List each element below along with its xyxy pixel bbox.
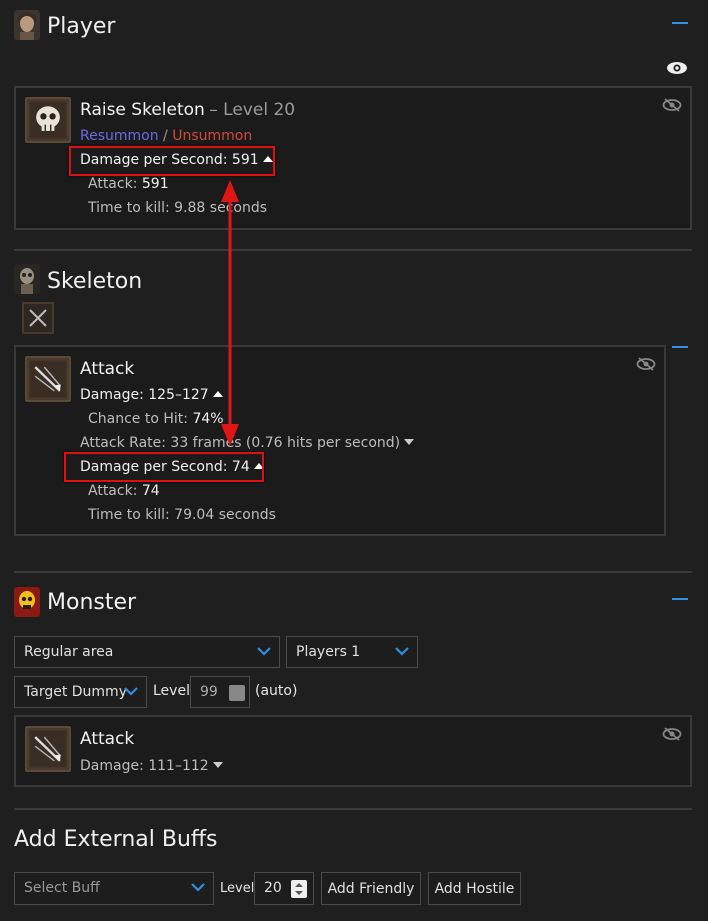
- buff-select[interactable]: Select Buff: [14, 872, 214, 905]
- monster-collapse-button[interactable]: [672, 598, 688, 600]
- cth-label: Chance to Hit:: [88, 411, 188, 427]
- monster-attack-panel: Attack Damage: 111–112: [14, 715, 692, 787]
- player-avatar-icon: [14, 10, 40, 40]
- buff-level-input[interactable]: 20: [254, 872, 314, 905]
- skeleton-collapse-button[interactable]: [672, 346, 688, 348]
- comparison-arrow-icon: [221, 180, 239, 446]
- monster-select-value: Target Dummy: [24, 684, 127, 700]
- expand-down-icon: [404, 439, 415, 445]
- chevron-down-icon: [395, 647, 409, 656]
- monster-avatar-icon: [14, 587, 40, 617]
- auto-label: (auto): [255, 683, 298, 699]
- player-portrait: [14, 10, 40, 44]
- summon-links: Resummon / Unsummon: [80, 128, 252, 144]
- arrow-attack-icon: [25, 726, 71, 772]
- monster-section-title: Monster: [47, 590, 137, 615]
- monster-select[interactable]: Target Dummy: [14, 676, 147, 708]
- buff-level-value: 20: [264, 880, 282, 896]
- players-select[interactable]: Players 1: [286, 636, 418, 668]
- skill-level: – Level 20: [209, 100, 296, 120]
- monster-damage[interactable]: Damage: 111–112: [80, 758, 223, 774]
- auto-checkbox[interactable]: [229, 685, 245, 701]
- chevron-down-icon: [124, 687, 138, 696]
- crossed-swords-icon[interactable]: [22, 302, 54, 334]
- player-section-title: Player: [47, 14, 116, 39]
- skeleton-attack-panel: Attack Damage: 125–127 Chance to Hit: 74…: [14, 345, 666, 536]
- player-attack-stat: Attack: 591: [88, 176, 169, 192]
- attack-value: 591: [141, 176, 169, 192]
- ttk-label: Time to kill:: [88, 507, 170, 523]
- skeleton-ttk-stat: Time to kill: 79.04 seconds: [88, 507, 276, 523]
- add-friendly-button[interactable]: Add Friendly: [321, 872, 421, 905]
- dps-highlight-box: [69, 146, 275, 176]
- section-divider: [14, 249, 692, 251]
- summon-separator: /: [163, 128, 168, 144]
- stepper-icon[interactable]: [291, 880, 307, 898]
- chevron-down-icon: [257, 647, 271, 656]
- skeleton-damage-text: Damage: 125–127: [80, 387, 209, 403]
- dps-highlight-box: [64, 452, 264, 482]
- skill-name: Raise Skeleton: [80, 100, 205, 120]
- attack-label: Attack:: [88, 483, 138, 499]
- resummon-link[interactable]: Resummon: [80, 128, 159, 144]
- hide-eye-icon[interactable]: [662, 98, 682, 112]
- add-hostile-button[interactable]: Add Hostile: [428, 872, 521, 905]
- player-collapse-button[interactable]: [672, 22, 688, 24]
- monster-damage-text: Damage: 111–112: [80, 758, 209, 774]
- skeleton-attack-rate[interactable]: Attack Rate: 33 frames (0.76 hits per se…: [80, 435, 415, 451]
- players-select-value: Players 1: [296, 644, 361, 660]
- arrow-attack-icon: [25, 356, 71, 402]
- skeleton-cth-stat: Chance to Hit: 74%: [88, 411, 224, 427]
- skeleton-damage[interactable]: Damage: 125–127: [80, 387, 223, 403]
- section-divider: [14, 571, 692, 573]
- hide-eye-icon[interactable]: [636, 357, 656, 371]
- expand-down-icon: [212, 762, 223, 768]
- area-select[interactable]: Regular area: [14, 636, 280, 668]
- monster-attack-name: Attack: [80, 729, 135, 749]
- attack-label: Attack:: [88, 176, 138, 192]
- monster-level-value: 99: [200, 684, 218, 700]
- chevron-down-icon: [191, 883, 205, 892]
- skeleton-avatar-icon: [14, 264, 40, 294]
- skill-heading: Raise Skeleton – Level 20: [80, 100, 295, 120]
- buff-level-label: Level: [220, 881, 255, 896]
- area-select-value: Regular area: [24, 644, 114, 660]
- hide-eye-icon[interactable]: [662, 727, 682, 741]
- ttk-value: 79.04 seconds: [174, 507, 276, 523]
- unsummon-link[interactable]: Unsummon: [172, 128, 252, 144]
- attack-value: 74: [141, 483, 160, 499]
- section-divider: [14, 808, 692, 810]
- monster-level-label: Level: [153, 683, 190, 699]
- skeleton-attack-name: Attack: [80, 359, 135, 379]
- buff-select-placeholder: Select Buff: [24, 880, 100, 896]
- skeleton-attack-stat: Attack: 74: [88, 483, 160, 499]
- ttk-label: Time to kill:: [88, 200, 170, 216]
- skull-icon: [25, 97, 71, 143]
- show-eye-icon[interactable]: [666, 61, 688, 75]
- skeleton-section-title: Skeleton: [47, 269, 143, 294]
- buffs-section-title: Add External Buffs: [14, 827, 218, 852]
- monster-level-input[interactable]: 99: [190, 676, 250, 708]
